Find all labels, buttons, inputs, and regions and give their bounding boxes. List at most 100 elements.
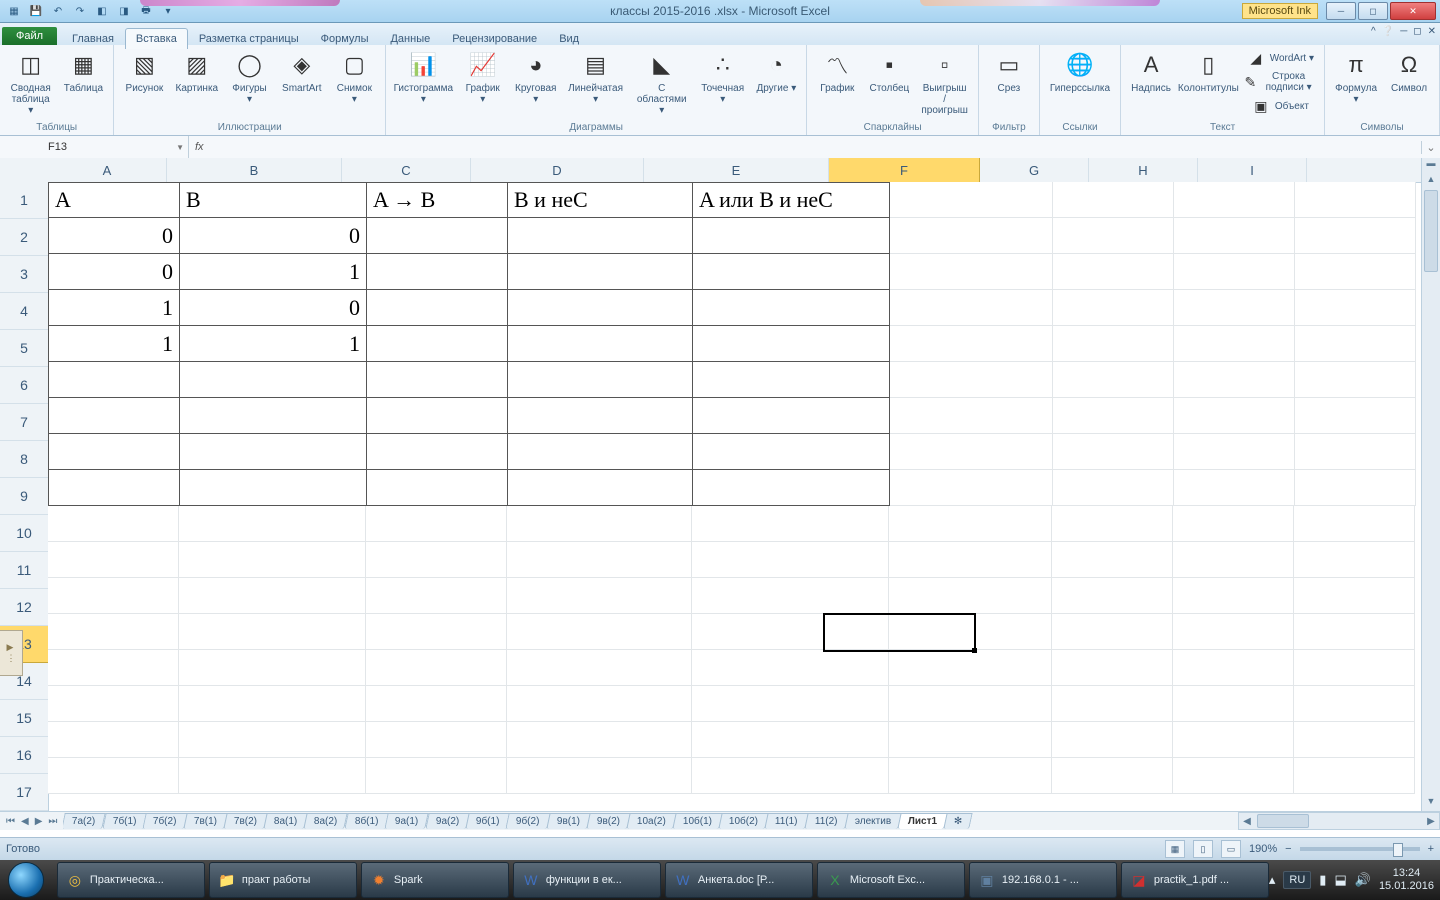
screenshot-button[interactable]: ▢Снимок ▾ xyxy=(330,47,379,107)
cell[interactable] xyxy=(692,758,889,794)
bar-chart-button[interactable]: ▤Линейчатая ▾ xyxy=(565,47,627,107)
scroll-down-icon[interactable]: ▼ xyxy=(1422,796,1440,812)
view-layout-icon[interactable]: ▯ xyxy=(1193,840,1213,858)
cell[interactable] xyxy=(1174,434,1295,470)
sheet-tab[interactable]: 7б(2) xyxy=(143,813,188,829)
cell[interactable] xyxy=(1173,758,1294,794)
sheet-tab[interactable]: 8б(1) xyxy=(344,813,389,829)
equation-button[interactable]: πФормула ▾ xyxy=(1331,47,1381,107)
cell[interactable] xyxy=(180,398,367,434)
cell[interactable] xyxy=(1174,254,1295,290)
symbol-button[interactable]: ΩСимвол xyxy=(1385,47,1433,96)
sheet-next-icon[interactable]: ▶ xyxy=(33,816,45,827)
pie-chart-button[interactable]: ◕Круговая ▾ xyxy=(511,47,561,107)
cell[interactable]: B xyxy=(180,182,367,218)
cell[interactable] xyxy=(693,434,890,470)
cell[interactable] xyxy=(508,290,693,326)
cell[interactable] xyxy=(367,254,508,290)
cell[interactable]: 0 xyxy=(180,218,367,254)
qat-more-icon[interactable]: ▾ xyxy=(160,3,176,19)
taskbar-item-chrome[interactable]: ◎Практическа... xyxy=(57,862,205,898)
column-header[interactable]: B xyxy=(167,158,342,182)
cell[interactable] xyxy=(507,614,692,650)
cell[interactable] xyxy=(693,362,890,398)
area-chart-button[interactable]: ◣С областями ▾ xyxy=(630,47,693,118)
cell[interactable] xyxy=(48,578,179,614)
cell[interactable] xyxy=(692,722,889,758)
sheet-tab[interactable]: 9б(2) xyxy=(506,813,551,829)
cell[interactable] xyxy=(1295,362,1416,398)
scroll-up-icon[interactable]: ▲ xyxy=(1422,174,1440,190)
sheet-tab[interactable]: 10а(2) xyxy=(627,813,677,829)
zoom-slider[interactable] xyxy=(1300,847,1420,851)
cell[interactable] xyxy=(180,434,367,470)
cell[interactable] xyxy=(179,542,366,578)
sheet-tab[interactable]: электив xyxy=(844,813,902,829)
tray-volume-icon[interactable]: 🔊 xyxy=(1355,872,1371,888)
horizontal-scrollbar[interactable]: ◀ ▶ xyxy=(1238,812,1440,830)
cell[interactable] xyxy=(48,434,180,470)
sheet-tab[interactable]: 10б(2) xyxy=(719,813,769,829)
taskbar-item-pdf[interactable]: ◪practik_1.pdf ... xyxy=(1121,862,1269,898)
cell[interactable] xyxy=(889,578,1052,614)
cell[interactable] xyxy=(692,614,889,650)
hscroll-thumb[interactable] xyxy=(1257,814,1309,828)
scatter-chart-button[interactable]: ∴Точечная ▾ xyxy=(697,47,748,107)
cell[interactable] xyxy=(507,758,692,794)
new-sheet-button[interactable]: ✻ xyxy=(943,813,973,829)
cell[interactable] xyxy=(367,470,508,506)
row-header[interactable]: 3 xyxy=(0,256,48,293)
cell[interactable] xyxy=(508,326,693,362)
cell[interactable] xyxy=(693,218,890,254)
cell[interactable] xyxy=(507,722,692,758)
cell[interactable] xyxy=(1053,182,1174,218)
row-header[interactable]: 7 xyxy=(0,404,48,441)
cell[interactable] xyxy=(890,290,1053,326)
cell[interactable] xyxy=(890,398,1053,434)
cell[interactable] xyxy=(890,362,1053,398)
cell[interactable] xyxy=(366,758,507,794)
cell[interactable] xyxy=(48,542,179,578)
row-header[interactable]: 10 xyxy=(0,515,48,552)
cell[interactable] xyxy=(890,218,1053,254)
ms-ink-badge[interactable]: Microsoft Ink xyxy=(1242,3,1318,19)
cell[interactable] xyxy=(1295,398,1416,434)
sheet-tab[interactable]: 9а(1) xyxy=(385,813,430,829)
maximize-button[interactable]: ◻ xyxy=(1358,2,1388,20)
taskbar-item-router[interactable]: ▣192.168.0.1 - ... xyxy=(969,862,1117,898)
cell[interactable] xyxy=(1294,686,1415,722)
cell[interactable] xyxy=(1053,254,1174,290)
object-button[interactable]: ▣Объект xyxy=(1242,95,1318,117)
cell[interactable] xyxy=(890,254,1053,290)
cell[interactable] xyxy=(508,218,693,254)
hscroll-left-icon[interactable]: ◀ xyxy=(1239,816,1255,827)
row-header[interactable]: 1 xyxy=(0,182,48,219)
cell[interactable] xyxy=(508,398,693,434)
row-header[interactable]: 6 xyxy=(0,367,48,404)
sheet-tab[interactable]: 7в(1) xyxy=(183,813,228,829)
cell[interactable] xyxy=(48,506,179,542)
cell[interactable] xyxy=(1173,650,1294,686)
ribbon-tab-4[interactable]: Данные xyxy=(379,28,441,49)
cell[interactable] xyxy=(692,542,889,578)
row-header[interactable]: 11 xyxy=(0,552,48,589)
column-header[interactable]: E xyxy=(644,158,829,182)
cell[interactable] xyxy=(508,254,693,290)
cell[interactable] xyxy=(692,506,889,542)
language-indicator[interactable]: RU xyxy=(1283,871,1311,889)
cell[interactable] xyxy=(48,758,179,794)
cell[interactable] xyxy=(1174,218,1295,254)
cells-area[interactable]: ABA → BB и неCA или B и неC00011011 xyxy=(48,182,1422,812)
cell[interactable]: 1 xyxy=(180,254,367,290)
cell[interactable] xyxy=(507,650,692,686)
row-header[interactable]: 17 xyxy=(0,774,48,811)
minimize-button[interactable]: ─ xyxy=(1326,2,1356,20)
cell[interactable] xyxy=(367,398,508,434)
cell[interactable] xyxy=(1052,758,1173,794)
cell[interactable] xyxy=(179,614,366,650)
cell[interactable] xyxy=(508,434,693,470)
cell[interactable] xyxy=(507,542,692,578)
cell[interactable] xyxy=(1173,542,1294,578)
cell[interactable] xyxy=(1294,650,1415,686)
slicer-button[interactable]: ▭Срез xyxy=(985,47,1033,96)
